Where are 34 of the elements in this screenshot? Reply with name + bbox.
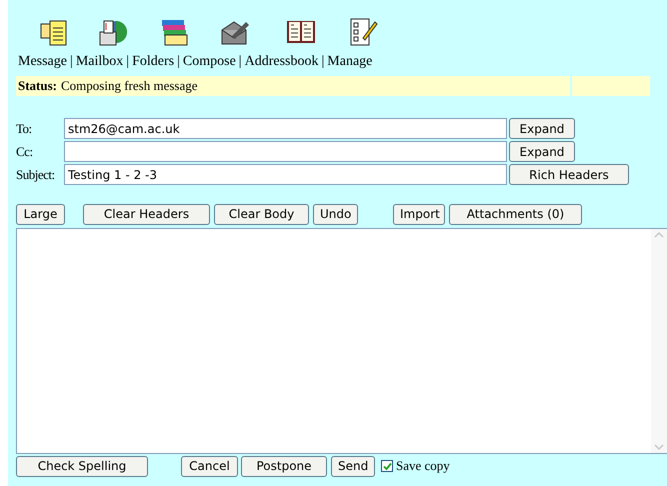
undo-button[interactable]: Undo (313, 204, 358, 224)
input-field[interactable] (64, 141, 507, 162)
field-label: To: (16, 120, 33, 138)
expand-button[interactable]: Expand (509, 118, 575, 139)
nav-link[interactable]: Compose (182, 50, 236, 72)
postpone-button[interactable]: Postpone (241, 456, 327, 476)
field-label: Cc: (16, 142, 34, 161)
field-label: Subject: (16, 166, 56, 184)
check-spelling-button[interactable]: Check Spelling (16, 456, 148, 476)
send-button[interactable]: Send (331, 456, 375, 476)
input-field[interactable]: Testing 1 - 2 -3 (64, 164, 507, 185)
nav-link[interactable]: Message (18, 50, 67, 72)
nav-link[interactable]: Addressbook (244, 50, 318, 72)
separator: | (321, 52, 324, 70)
nav-link[interactable]: Manage (327, 50, 372, 72)
clear-body-button[interactable]: Clear Body (214, 204, 309, 224)
checkmark-icon (382, 462, 392, 470)
nav-link[interactable]: Folders (132, 50, 174, 72)
rich-headers-button[interactable]: Rich Headers (509, 164, 629, 185)
separator: | (177, 52, 180, 70)
separator: | (238, 52, 242, 70)
separator: | (70, 52, 73, 70)
save-copy-checkbox[interactable]: Save copy (381, 456, 450, 476)
cancel-button[interactable]: Cancel (181, 456, 238, 476)
expand-button[interactable]: Expand (509, 141, 575, 162)
attachments-button[interactable]: Attachments (0) (449, 204, 582, 224)
status-label: Status: (18, 77, 58, 96)
input-field[interactable]: stm26@cam.ac.uk (64, 118, 507, 139)
import-button[interactable]: Import (393, 204, 445, 224)
large-button[interactable]: Large (16, 204, 65, 224)
clear-headers-button[interactable]: Clear Headers (83, 204, 210, 224)
nav-link[interactable]: Mailbox (76, 50, 124, 72)
separator: | (126, 52, 130, 70)
status-text: Composing fresh message (61, 77, 198, 96)
